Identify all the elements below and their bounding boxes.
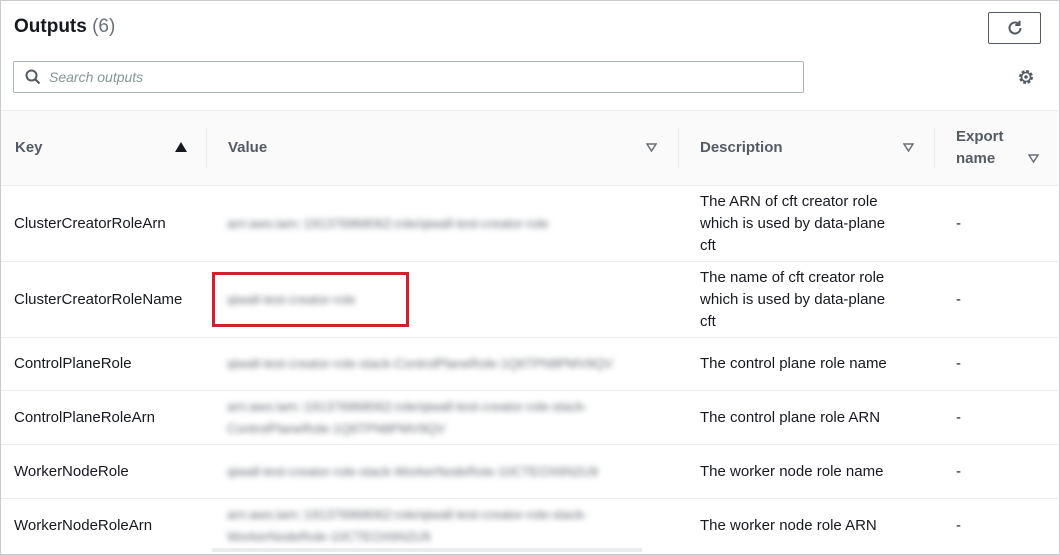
horizontal-scrollbar[interactable] <box>212 548 642 552</box>
output-count: (6) <box>92 16 116 37</box>
table-row: WorkerNodeRoleArn arn:aws:iam::191376968… <box>1 499 1058 553</box>
key-cell: ClusterCreatorRoleArn <box>14 214 166 232</box>
search-box[interactable] <box>13 61 804 93</box>
gear-icon[interactable] <box>1016 67 1036 87</box>
value-cell: arn:aws:iam::191376968062:role/qiwall-te… <box>227 215 549 231</box>
search-icon <box>25 69 41 85</box>
key-cell: ControlPlaneRoleArn <box>14 408 155 426</box>
table-row: WorkerNodeRole qiwall-test-creator-role-… <box>1 445 1058 499</box>
caret-down-outline-icon <box>1028 154 1039 163</box>
title-text: Outputs <box>14 16 87 37</box>
caret-up-icon <box>175 142 187 152</box>
export-name-cell: - <box>956 517 961 534</box>
description-cell: The control plane role ARN <box>700 408 881 426</box>
key-cell: WorkerNodeRole <box>14 462 129 480</box>
refresh-icon <box>1008 20 1021 35</box>
refresh-button[interactable] <box>988 12 1041 44</box>
description-cell: The worker node role ARN <box>700 517 877 534</box>
column-divider <box>678 128 679 168</box>
highlight-box <box>212 272 409 327</box>
table-row: ControlPlaneRoleArn arn:aws:iam::1913769… <box>1 391 1058 445</box>
column-header-description[interactable]: Description <box>700 111 920 185</box>
key-cell: WorkerNodeRoleArn <box>14 517 153 534</box>
search-input[interactable] <box>49 69 749 85</box>
table-header: Key Value Description Export name <box>1 110 1058 186</box>
description-cell: The worker node role name <box>700 462 884 480</box>
value-cell: qiwall-test-creator-role-stack-ControlPl… <box>227 356 613 371</box>
column-divider <box>206 128 207 168</box>
description-cell: The control plane role name <box>700 355 887 372</box>
export-name-cell: - <box>956 355 961 372</box>
column-divider <box>934 128 935 168</box>
caret-down-outline-icon <box>646 143 657 152</box>
column-header-export-name[interactable]: Export name <box>956 111 1046 185</box>
column-header-value[interactable]: Value <box>228 111 668 185</box>
caret-down-outline-icon <box>903 143 914 152</box>
column-header-key[interactable]: Key <box>15 111 195 185</box>
description-cell: The name of cft creator role which is us… <box>700 268 886 330</box>
export-name-cell: - <box>956 462 961 480</box>
key-cell: ClusterCreatorRoleName <box>14 290 183 308</box>
value-cell: arn:aws:iam::191376968062:role/qiwall-te… <box>227 398 588 436</box>
description-cell: The ARN of cft creator role which is use… <box>700 192 886 254</box>
value-cell: arn:aws:iam::191376968062:role/qiwall-te… <box>227 507 588 544</box>
export-name-cell: - <box>956 408 961 426</box>
key-cell: ControlPlaneRole <box>14 355 132 372</box>
value-cell: qiwall-test-creator-role-stack-WorkerNod… <box>227 463 599 479</box>
table-row: ControlPlaneRole qiwall-test-creator-rol… <box>1 338 1058 391</box>
table-row: ClusterCreatorRoleName qiwall-test-creat… <box>1 262 1058 338</box>
export-name-cell: - <box>956 290 961 308</box>
page-title: Outputs (6) <box>14 16 115 38</box>
export-name-cell: - <box>956 214 961 232</box>
table-row: ClusterCreatorRoleArn arn:aws:iam::19137… <box>1 186 1058 262</box>
